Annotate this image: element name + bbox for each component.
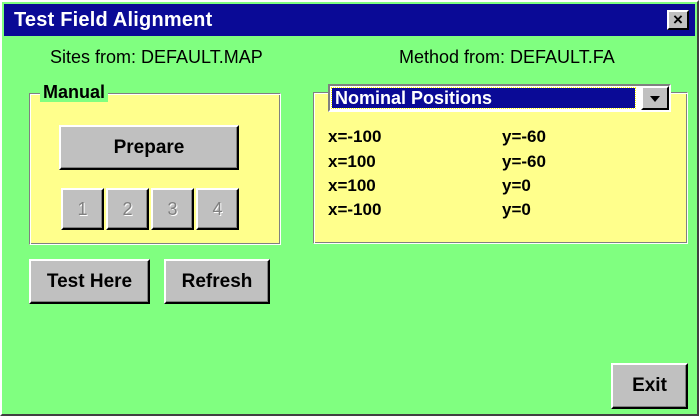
step-2-button[interactable]: 2 — [106, 188, 149, 230]
close-icon[interactable]: × — [667, 10, 689, 30]
position-1-y: y=-60 — [502, 127, 546, 146]
exit-button[interactable]: Exit — [611, 363, 688, 409]
method-source-label: Method from: DEFAULT.FA — [399, 47, 615, 67]
position-3-x: x=100 — [328, 176, 376, 195]
title-bar[interactable]: Test Field Alignment × — [4, 4, 695, 36]
refresh-button[interactable]: Refresh — [164, 259, 270, 304]
step-1-button[interactable]: 1 — [61, 188, 104, 230]
window-title: Test Field Alignment — [14, 9, 213, 31]
position-4-x: x=-100 — [328, 200, 382, 219]
position-3-y: y=0 — [502, 176, 531, 195]
prepare-button[interactable]: Prepare — [59, 125, 239, 170]
step-3-button[interactable]: 3 — [151, 188, 194, 230]
position-1-x: x=-100 — [328, 127, 382, 146]
dialog-window: Test Field Alignment × Sites from: DEFAU… — [0, 0, 699, 416]
position-4-y: y=0 — [502, 200, 531, 219]
position-2-x: x=100 — [328, 152, 376, 171]
step-4-button[interactable]: 4 — [196, 188, 239, 230]
position-2-y: y=-60 — [502, 152, 546, 171]
chevron-down-icon[interactable] — [641, 86, 669, 110]
test-here-button[interactable]: Test Here — [29, 259, 150, 304]
positions-select-value[interactable]: Nominal Positions — [331, 87, 636, 109]
manual-group-legend: Manual — [40, 82, 109, 102]
positions-select[interactable]: Nominal Positions — [328, 84, 671, 112]
sites-source-label: Sites from: DEFAULT.MAP — [50, 47, 263, 67]
